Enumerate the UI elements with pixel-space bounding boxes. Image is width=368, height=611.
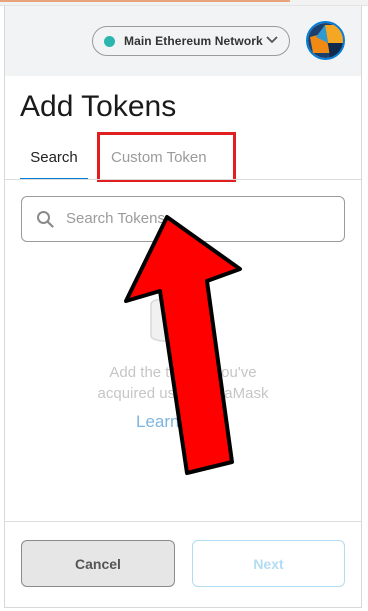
network-label: Main Ethereum Network — [124, 34, 263, 48]
next-button[interactable]: Next — [192, 540, 345, 587]
extension-popup: Main Ethereum Network Add Tokens Search … — [4, 6, 362, 608]
empty-state-line-2: acquired using MetaMask — [97, 385, 269, 402]
app-header: Main Ethereum Network — [5, 6, 361, 76]
footer-divider — [5, 521, 361, 522]
network-status-dot — [104, 35, 115, 47]
learn-more-link[interactable]: Learn more — [136, 412, 223, 432]
search-icon — [37, 211, 54, 228]
highlight-annotation-box — [97, 132, 236, 182]
chevron-down-icon — [266, 36, 278, 44]
empty-state-line-1: Add the tokens you've — [109, 364, 257, 381]
page-title: Add Tokens — [20, 90, 177, 123]
identicon-icon — [308, 23, 343, 58]
empty-state-text: Add the tokens you've acquired using Met… — [85, 362, 281, 404]
network-selector[interactable]: Main Ethereum Network — [92, 26, 290, 56]
tab-search[interactable]: Search — [20, 146, 88, 180]
account-avatar[interactable] — [306, 21, 345, 60]
search-input[interactable] — [66, 197, 336, 239]
browser-focus-line — [0, 0, 290, 2]
coin-stack-icon — [150, 298, 180, 342]
tab-divider — [5, 179, 361, 180]
cancel-button[interactable]: Cancel — [21, 540, 175, 587]
search-field[interactable] — [21, 196, 345, 242]
